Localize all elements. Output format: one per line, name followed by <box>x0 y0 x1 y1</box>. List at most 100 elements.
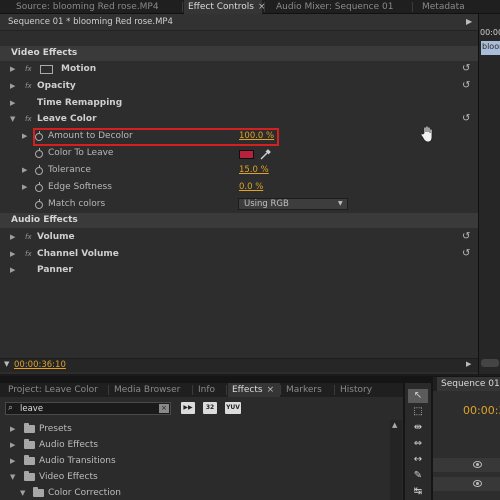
expand-triangle-icon[interactable]: ▶ <box>10 82 15 90</box>
tree-item-video-effects[interactable]: ▼ Video Effects <box>0 470 403 486</box>
close-icon[interactable]: × <box>267 385 275 395</box>
expand-triangle-icon[interactable]: ▶ <box>10 425 15 433</box>
track-select-tool-icon[interactable]: ⬚ <box>408 405 428 419</box>
top-panel-tabs: Source: blooming Red rose.MP4 Effect Con… <box>0 0 500 14</box>
fx-icon[interactable]: fx <box>25 82 32 90</box>
eye-icon[interactable] <box>473 461 482 468</box>
32bit-effects-filter-button[interactable]: 32 <box>203 402 217 414</box>
expand-triangle-icon[interactable]: ▶ <box>10 65 15 73</box>
yuv-effects-filter-button[interactable]: YUV <box>225 402 241 414</box>
expand-triangle-icon[interactable]: ▶ <box>22 132 27 140</box>
effect-row-time-remapping[interactable]: ▶ Time Remapping <box>0 96 478 112</box>
stopwatch-icon[interactable] <box>35 199 43 209</box>
selection-tool-icon[interactable]: ↖ <box>408 389 428 403</box>
video-effects-title: Video Effects <box>11 48 78 58</box>
rate-stretch-tool-icon[interactable]: ↔ <box>408 453 428 467</box>
tab-audio-mixer[interactable]: Audio Mixer: Sequence 01 <box>272 0 412 14</box>
tab-sequence[interactable]: Sequence 01 <box>437 377 500 391</box>
tab-media-browser[interactable]: Media Browser <box>110 383 190 397</box>
reset-icon[interactable]: ↺ <box>462 80 470 91</box>
expand-triangle-icon[interactable]: ▶ <box>22 166 27 174</box>
search-input[interactable] <box>20 403 160 414</box>
fx-icon[interactable]: fx <box>25 250 32 258</box>
tree-item-label: Video Effects <box>39 472 98 482</box>
effects-search-field[interactable]: ⌕ <box>5 402 171 415</box>
tree-item-audio-transitions[interactable]: ▶ Audio Transitions <box>0 454 403 470</box>
collapse-triangle-icon[interactable]: ▼ <box>10 473 15 481</box>
tab-history[interactable]: History <box>336 383 391 397</box>
expand-triangle-icon[interactable]: ▶ <box>10 233 15 241</box>
tab-markers-label: Markers <box>286 385 322 395</box>
current-timecode[interactable]: 00:00:36:10 <box>14 360 66 370</box>
expand-triangle-icon[interactable]: ▶ <box>10 266 15 274</box>
stopwatch-icon[interactable] <box>35 182 43 192</box>
expand-triangle-icon[interactable]: ▶ <box>10 250 15 258</box>
stopwatch-icon[interactable] <box>35 165 43 175</box>
tab-metadata[interactable]: Metadata <box>418 0 478 14</box>
mini-timeline-timecode: 00:00 <box>480 28 500 37</box>
collapse-triangle-icon[interactable]: ▼ <box>20 489 25 497</box>
expand-triangle-icon[interactable]: ▶ <box>22 183 27 191</box>
tree-item-color-correction[interactable]: ▼ Color Correction <box>0 486 403 500</box>
accelerated-effects-filter-button[interactable]: ▶▶ <box>181 402 195 414</box>
clear-search-button[interactable]: × <box>159 404 169 413</box>
tab-divider <box>412 2 413 12</box>
tree-item-audio-effects[interactable]: ▶ Audio Effects <box>0 438 403 454</box>
tab-effect-controls[interactable]: Effect Controls × <box>184 0 266 14</box>
scroll-up-icon[interactable]: ▲ <box>392 421 397 429</box>
razor-tool-icon[interactable]: ✎ <box>408 469 428 483</box>
eye-icon[interactable] <box>473 480 482 487</box>
effect-row-opacity[interactable]: ▶ fx Opacity ↺ <box>0 79 478 95</box>
tree-item-label: Presets <box>39 424 72 434</box>
effect-row-motion[interactable]: ▶ fx Motion ↺ <box>0 62 478 78</box>
ripple-edit-tool-icon[interactable]: ⇹ <box>408 421 428 435</box>
stopwatch-icon[interactable] <box>35 148 43 158</box>
fx-icon[interactable]: fx <box>25 65 32 73</box>
expand-triangle-icon[interactable]: ▶ <box>10 99 15 107</box>
playhead-icon[interactable]: ▼ <box>4 360 9 368</box>
reset-icon[interactable]: ↺ <box>462 63 470 74</box>
tab-markers[interactable]: Markers <box>282 383 332 397</box>
timeline-track[interactable] <box>433 477 500 491</box>
tab-divider <box>280 385 281 395</box>
reset-icon[interactable]: ↺ <box>462 113 470 124</box>
match-colors-dropdown[interactable]: Using RGB ▼ <box>238 198 348 210</box>
color-swatch[interactable] <box>239 150 254 159</box>
tab-info[interactable]: Info <box>194 383 224 397</box>
edge-softness-value[interactable]: 0.0 % <box>239 182 263 192</box>
expand-triangle-icon[interactable]: ▶ <box>10 441 15 449</box>
tab-project[interactable]: Project: Leave Color <box>4 383 108 397</box>
expand-timeline-icon[interactable]: ▶ <box>466 17 472 26</box>
timeline-track[interactable] <box>433 458 500 472</box>
effect-label: Leave Color <box>37 114 97 124</box>
folder-icon <box>24 439 35 449</box>
fx-icon[interactable]: fx <box>25 233 32 241</box>
reset-icon[interactable]: ↺ <box>462 231 470 242</box>
expand-triangle-icon[interactable]: ▶ <box>10 457 15 465</box>
param-label: Match colors <box>48 199 106 209</box>
collapse-triangle-icon[interactable]: ▼ <box>10 115 15 123</box>
eyedropper-icon[interactable] <box>260 148 272 160</box>
slip-tool-icon[interactable]: ↹ <box>408 485 428 499</box>
search-icon: ⌕ <box>8 403 14 413</box>
effect-row-channel-volume[interactable]: ▶ fx Channel Volume ↺ <box>0 247 478 263</box>
transform-icon[interactable] <box>40 65 53 74</box>
tab-source[interactable]: Source: blooming Red rose.MP4 <box>12 0 182 14</box>
tab-effects[interactable]: Effects × <box>228 383 280 397</box>
effect-label: Channel Volume <box>37 249 119 259</box>
effect-row-leave-color[interactable]: ▼ fx Leave Color ↺ <box>0 112 478 128</box>
mini-timeline-scrollbar[interactable] <box>481 359 499 367</box>
effects-scrollbar[interactable]: ▲ <box>390 420 402 500</box>
effect-row-panner[interactable]: ▶ Panner <box>0 263 478 279</box>
fx-icon[interactable]: fx <box>25 115 32 123</box>
effect-row-volume[interactable]: ▶ fx Volume ↺ <box>0 230 478 246</box>
tolerance-value[interactable]: 15.0 % <box>239 165 269 175</box>
tab-divider <box>182 2 183 12</box>
scroll-right-icon[interactable]: ▶ <box>466 360 471 368</box>
tree-item-presets[interactable]: ▶ Presets <box>0 422 403 438</box>
rolling-edit-tool-icon[interactable]: ⇔ <box>408 437 428 451</box>
tab-sequence-label: Sequence 01 <box>441 379 500 389</box>
timeline-timecode[interactable]: 00:00:3 <box>463 404 500 417</box>
reset-icon[interactable]: ↺ <box>462 248 470 259</box>
clip-block[interactable]: bloom <box>481 41 500 55</box>
